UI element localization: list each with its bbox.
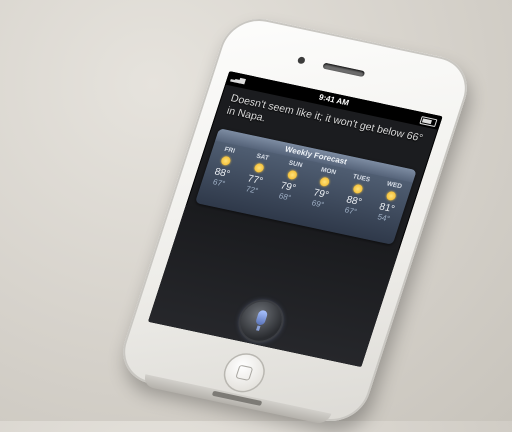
microphone-icon [254, 309, 269, 326]
sun-icon [253, 162, 265, 174]
microphone-stand [256, 325, 261, 331]
siri-microphone-button[interactable] [235, 297, 287, 345]
sun-icon [319, 176, 331, 188]
battery-icon [419, 116, 438, 128]
photo-scene: ▂▃▅ 9:41 AM Doesn't seem like it; it won… [0, 0, 512, 428]
iphone-device: ▂▃▅ 9:41 AM Doesn't seem like it; it won… [113, 12, 477, 428]
signal-icon: ▂▃▅ [230, 74, 246, 85]
sun-icon [220, 155, 232, 167]
sun-icon [385, 190, 397, 202]
sun-icon [352, 183, 364, 195]
phone-screen: ▂▃▅ 9:41 AM Doesn't seem like it; it won… [147, 71, 443, 367]
sun-icon [286, 169, 298, 181]
home-square-icon [235, 364, 254, 381]
